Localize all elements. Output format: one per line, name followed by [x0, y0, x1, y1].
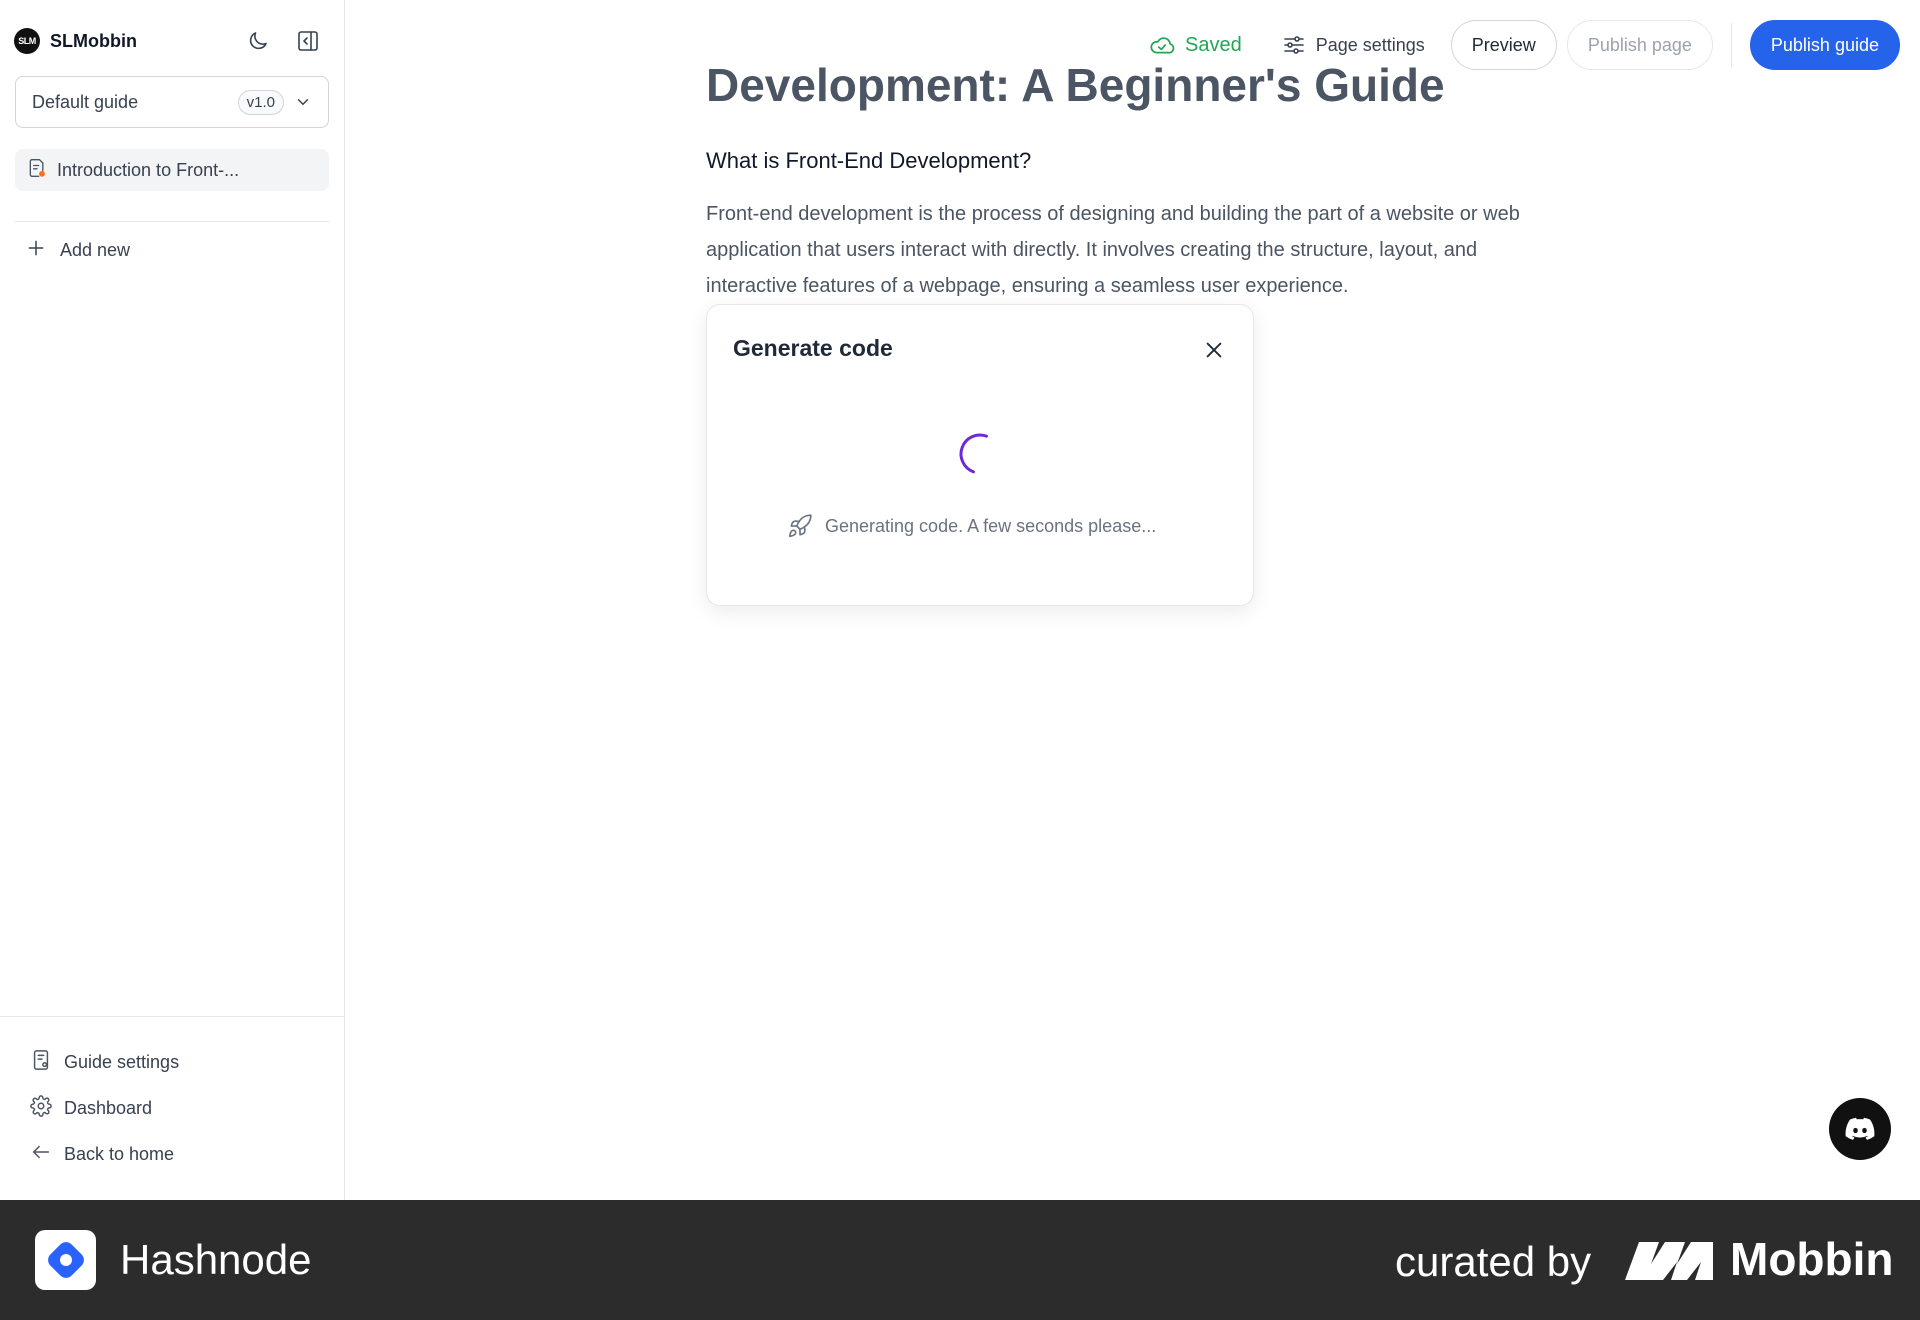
guide-settings-icon: [30, 1049, 52, 1076]
sidebar-page-label: Introduction to Front-...: [57, 159, 240, 180]
guide-select-label: Default guide: [32, 91, 139, 112]
close-icon: [1206, 342, 1222, 358]
add-new-button[interactable]: Add new: [26, 238, 130, 263]
sidebar-bottom-nav: Guide settings Dashboard Back to home: [0, 1016, 345, 1177]
sidebar: SLM SLMobbin Default guide v1.0 Introduc…: [0, 0, 345, 1200]
draft-page-icon: [27, 158, 47, 183]
version-badge: v1.0: [237, 89, 284, 115]
loading-spinner: [957, 431, 1003, 482]
preview-button[interactable]: Preview: [1450, 20, 1557, 70]
document-paragraph[interactable]: Front-end development is the process of …: [706, 196, 1556, 304]
brand-logo: SLM: [14, 28, 40, 54]
hashnode-name: Hashnode: [120, 1236, 312, 1283]
arrow-left-icon: [30, 1141, 52, 1168]
back-to-home-link[interactable]: Back to home: [0, 1131, 345, 1177]
guide-settings-link[interactable]: Guide settings: [0, 1039, 345, 1085]
saved-label: Saved: [1184, 33, 1242, 56]
sidebar-divider: [15, 221, 329, 222]
attribution-footer: Hashnode curated by Mobbin: [0, 1200, 1920, 1320]
discord-icon: [1845, 1117, 1875, 1140]
document-title[interactable]: Development: A Beginner's Guide: [706, 58, 1445, 113]
gear-icon: [30, 1094, 52, 1122]
generate-code-modal: Generate code Generating code. A few sec…: [706, 304, 1254, 606]
guide-settings-label: Guide settings: [64, 1051, 180, 1072]
document-heading[interactable]: What is Front-End Development?: [706, 148, 1031, 174]
plus-icon: [26, 238, 46, 263]
cloud-check-icon: [1150, 37, 1175, 54]
curated-by-label: curated by: [1395, 1238, 1592, 1285]
brand[interactable]: SLM SLMobbin: [14, 28, 137, 54]
publish-page-button[interactable]: Publish page: [1566, 20, 1713, 70]
dashboard-label: Dashboard: [64, 1097, 153, 1118]
generating-message: Generating code. A few seconds please...: [787, 513, 1156, 539]
close-button[interactable]: [1201, 337, 1227, 363]
guide-select[interactable]: Default guide v1.0: [15, 76, 329, 128]
moon-icon: [249, 32, 267, 50]
brand-name: SLMobbin: [50, 30, 137, 51]
collapse-sidebar-icon: [298, 31, 318, 51]
back-to-home-label: Back to home: [64, 1143, 175, 1164]
saved-status: Saved: [1149, 32, 1242, 58]
mobbin-name: Mobbin: [1730, 1233, 1894, 1285]
toolbar-divider: [1730, 23, 1732, 67]
rocket-icon: [788, 514, 812, 538]
dashboard-link[interactable]: Dashboard: [0, 1085, 345, 1131]
modal-title: Generate code: [733, 335, 893, 361]
dark-mode-toggle[interactable]: [243, 26, 273, 56]
page-settings-button[interactable]: Page settings: [1282, 33, 1425, 57]
add-new-label: Add new: [60, 240, 131, 260]
sliders-icon: [1283, 36, 1304, 54]
page-settings-label: Page settings: [1315, 34, 1425, 55]
hashnode-logo-icon: [35, 1230, 96, 1290]
mobbin-logo-icon: [1625, 1238, 1715, 1287]
generating-label: Generating code. A few seconds please...: [825, 515, 1157, 536]
discord-button[interactable]: [1829, 1098, 1891, 1160]
chevron-down-icon: [294, 93, 312, 111]
publish-guide-button[interactable]: Publish guide: [1749, 20, 1900, 70]
sidebar-page-item[interactable]: Introduction to Front-...: [15, 149, 329, 191]
collapse-sidebar-button[interactable]: [293, 26, 323, 56]
